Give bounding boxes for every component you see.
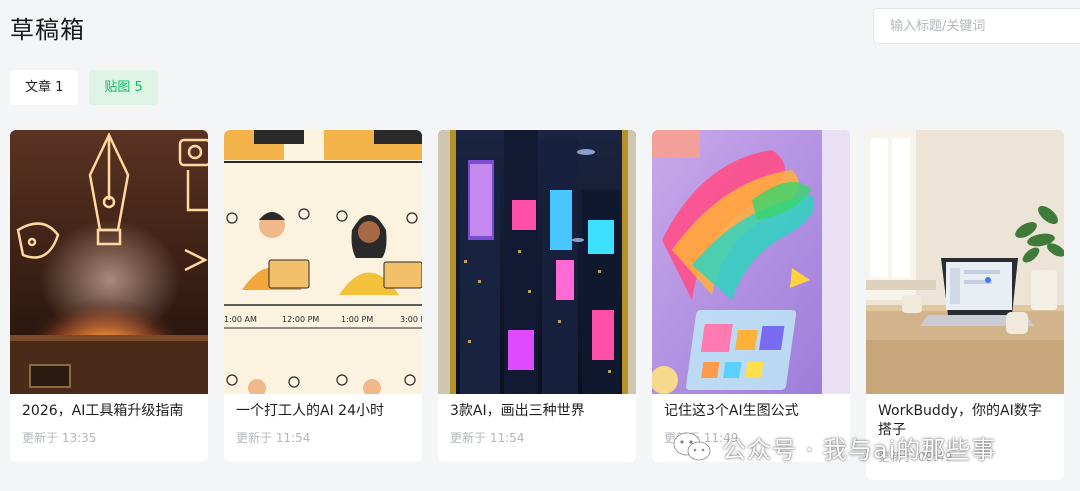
card-thumbnail-ai-toolbox: [10, 130, 208, 394]
comic-clock-label: 12:00 PM: [282, 315, 319, 324]
page-title: 草稿箱: [10, 16, 85, 44]
tab-image-posts[interactable]: 贴图 5: [89, 70, 158, 105]
comic-clock-label: 1:00 PM: [341, 315, 373, 324]
comic-clock-label: 3:00 P: [400, 315, 422, 324]
card-title: 一个打工人的AI 24小时: [236, 403, 384, 419]
wechat-logo-icon: [673, 432, 711, 461]
card-updated-time: 更新于 11:54: [236, 431, 311, 445]
draft-card[interactable]: WorkBuddy，你的AI数字搭子 更新于 09:49: [866, 130, 1064, 480]
card-thumbnail-three-worlds: [438, 130, 636, 394]
draft-card[interactable]: 3款AI，画出三种世界 更新于 11:54: [438, 130, 636, 462]
tab-articles[interactable]: 文章 1: [10, 70, 79, 105]
card-thumbnail-image-formula: [652, 130, 850, 394]
draft-card[interactable]: 2026，AI工具箱升级指南 更新于 13:35: [10, 130, 208, 462]
card-thumbnail-worker-24h: 1:00 AM 12:00 PM 1:00 PM 3:00 P: [224, 130, 422, 394]
card-title: 记住这3个AI生图公式: [664, 403, 799, 419]
drafts-page: 草稿箱 文章 1 贴图 5: [0, 0, 1080, 491]
card-updated-time: 更新于 13:35: [22, 431, 97, 445]
card-title: 2026，AI工具箱升级指南: [22, 403, 184, 419]
card-updated-time: 更新于 11:54: [450, 431, 525, 445]
comic-clock-label: 1:00 AM: [224, 315, 257, 324]
draft-card[interactable]: 记住这3个AI生图公式 更新于 11:49: [652, 130, 850, 462]
card-thumbnail-workbuddy: [866, 130, 1064, 394]
draft-card-list: 2026，AI工具箱升级指南 更新于 13:35 1:00 AM 12:00 P…: [10, 130, 1064, 480]
draft-card[interactable]: 1:00 AM 12:00 PM 1:00 PM 3:00 P 一个打工人的AI…: [224, 130, 422, 462]
tab-bar: 文章 1 贴图 5: [10, 70, 158, 105]
wechat-official-account-watermark: 公众号 · 我与ai的那些事: [672, 430, 996, 464]
card-title: 3款AI，画出三种世界: [450, 403, 585, 419]
watermark-text: 公众号 · 我与ai的那些事: [722, 435, 997, 464]
search-input[interactable]: [873, 8, 1080, 44]
